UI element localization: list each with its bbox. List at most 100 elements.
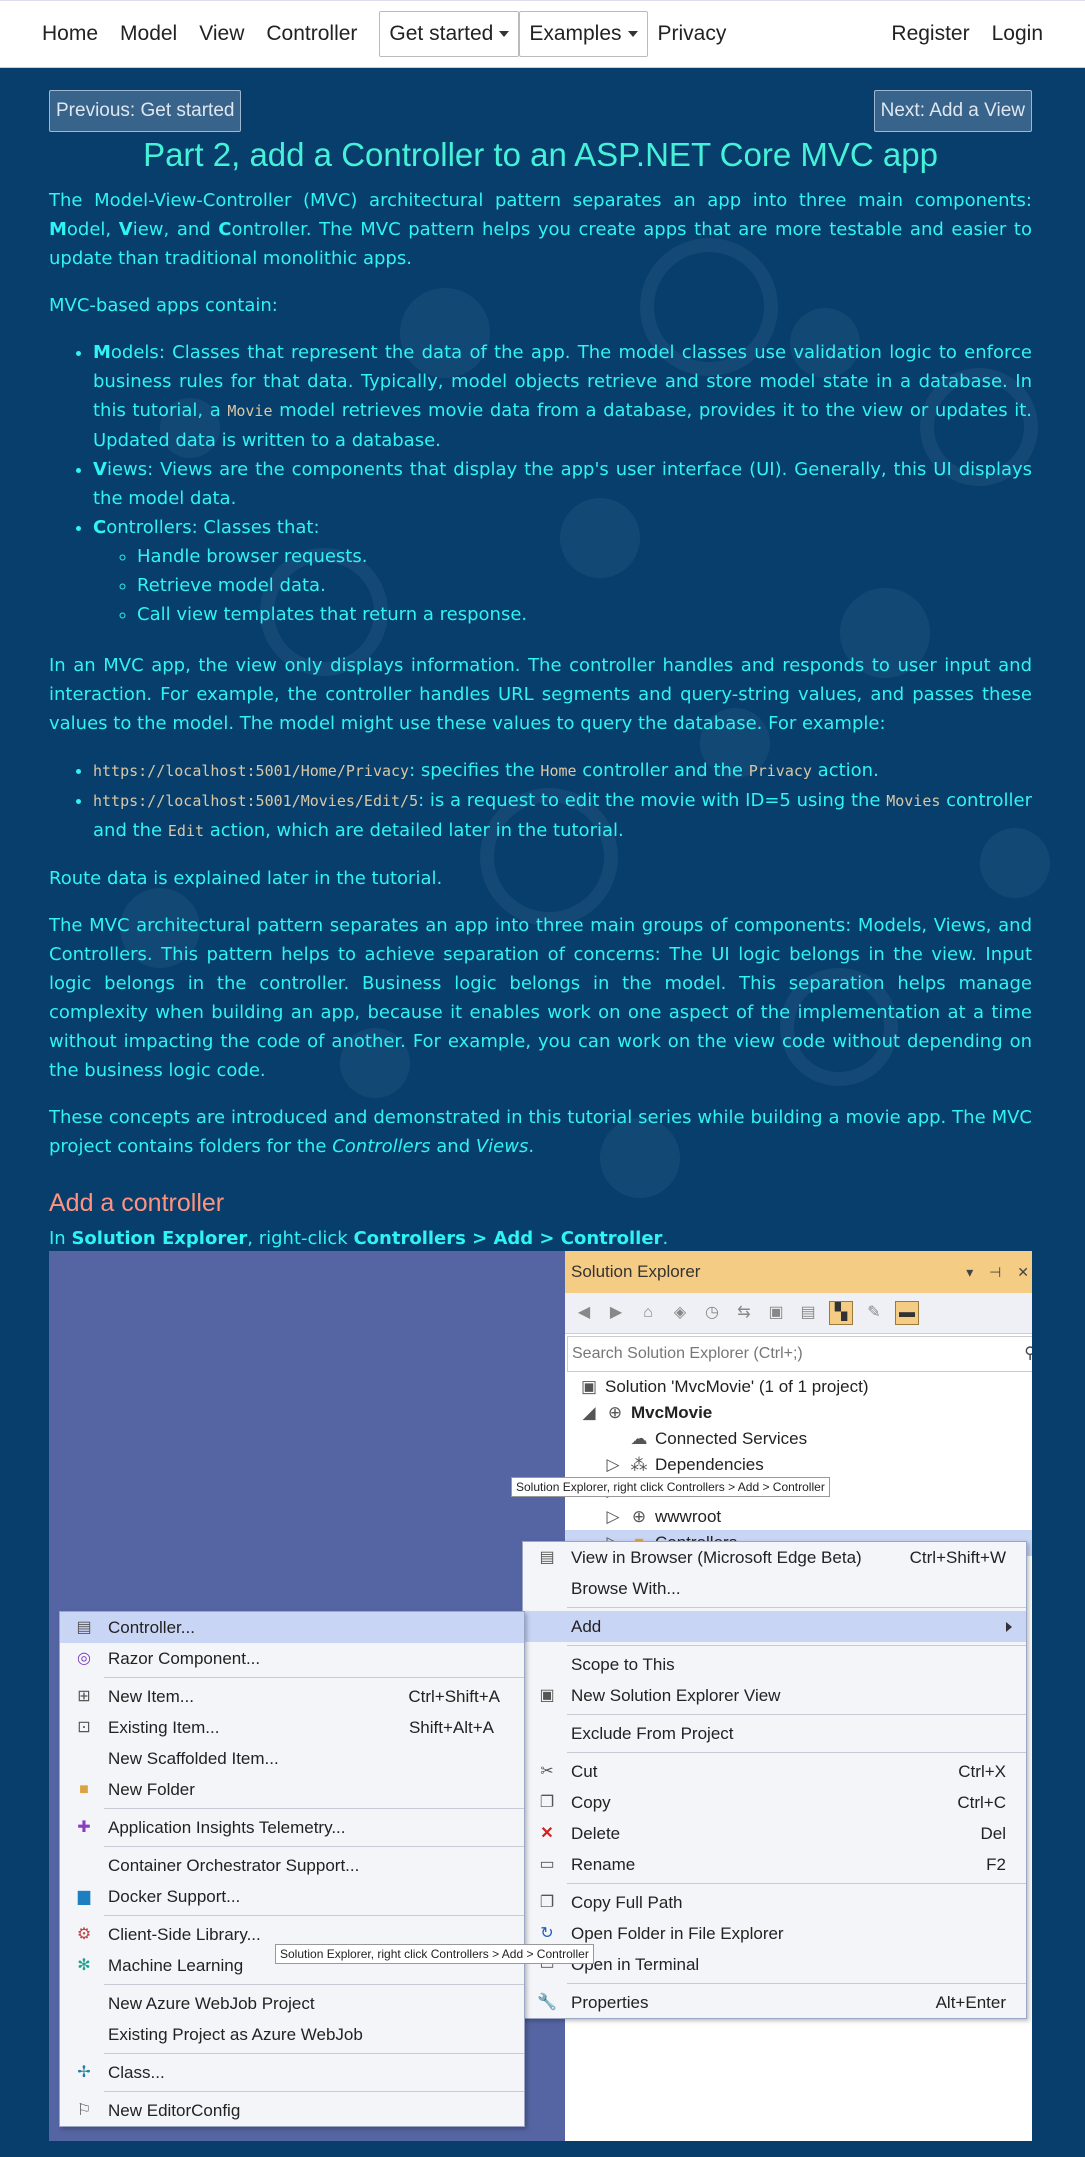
nav-login[interactable]: Login (992, 22, 1043, 46)
new-view-icon: ▣ (539, 1687, 555, 1704)
view-controller-paragraph: In an MVC app, the view only displays in… (49, 655, 1032, 734)
new-item-icon: ⊞ (77, 1688, 91, 1705)
scissors-icon: ✂ (540, 1763, 554, 1780)
search-icon: ⚲ (1024, 1345, 1032, 1362)
tooltip-top: Solution Explorer, right click Controlle… (511, 1477, 830, 1497)
next-button[interactable]: Next: Add a View (873, 90, 1032, 132)
submenu-docker[interactable]: ▆ Docker Support... (60, 1881, 524, 1912)
chevron-down-icon (627, 31, 638, 38)
menu-browse-with[interactable]: Browse With... (523, 1573, 1026, 1604)
menu-scope-to-this[interactable]: Scope to This (523, 1649, 1026, 1680)
delete-icon: ✕ (540, 1825, 554, 1842)
tree-connected-services[interactable]: ☁ Connected Services (565, 1426, 1032, 1452)
tree-project[interactable]: ◢ ⊕ MvcMovie (565, 1400, 1032, 1426)
submenu-scaffolded-item[interactable]: New Scaffolded Item... (60, 1743, 524, 1774)
top-navbar: Home Model View Controller Get started E… (0, 0, 1085, 68)
nav-examples-dropdown[interactable]: Examples (519, 11, 648, 57)
nav-view[interactable]: View (199, 22, 244, 46)
menu-open-folder[interactable]: ↻ Open Folder in File Explorer (523, 1918, 1026, 1949)
nav-home[interactable]: Home (42, 22, 98, 46)
submenu-existing-webjob[interactable]: Existing Project as Azure WebJob (60, 2019, 524, 2050)
wrench-icon[interactable]: ✎ (863, 1302, 885, 1324)
previous-button[interactable]: Previous: Get started (49, 90, 242, 132)
home-icon[interactable]: ⌂ (637, 1302, 659, 1324)
nav-register[interactable]: Register (891, 22, 969, 46)
class-icon: ✢ (77, 2064, 91, 2081)
list-item: https://localhost:5001/Movies/Edit/5: is… (93, 786, 1032, 846)
submenu-controller[interactable]: ▤ Controller... (60, 1612, 524, 1643)
list-item: Models: Classes that represent the data … (93, 338, 1032, 455)
filter-icon[interactable]: ▚ (829, 1301, 853, 1325)
expanded-icon: ◢ (582, 1403, 596, 1422)
submenu-webjob[interactable]: New Azure WebJob Project (60, 1988, 524, 2019)
article: Previous: Get started Next: Add a View P… (49, 68, 1032, 1271)
vs-icon[interactable]: ◈ (669, 1302, 691, 1324)
chevron-down-icon (499, 31, 510, 38)
list-item: https://localhost:5001/Home/Privacy: spe… (93, 756, 1032, 786)
submenu-class[interactable]: ✢ Class... (60, 2057, 524, 2088)
tree-dependencies[interactable]: ▷ ⁂ Dependencies (565, 1452, 1032, 1478)
nav-model[interactable]: Model (120, 22, 177, 46)
list-item: Handle browser requests. (137, 542, 1032, 571)
tree-solution[interactable]: ▣ Solution 'MvcMovie' (1 of 1 project) (565, 1374, 1032, 1400)
menu-exclude[interactable]: Exclude From Project (523, 1718, 1026, 1749)
solution-explorer-search[interactable]: Search Solution Explorer (Ctrl+;) ⚲ (567, 1336, 1032, 1372)
intro-paragraph: The Model-View-Controller (MVC) architec… (49, 190, 1033, 269)
list-item: Controllers: Classes that: Handle browse… (93, 513, 1032, 629)
tree-wwwroot[interactable]: ▷ ⊕ wwwroot (565, 1504, 1032, 1530)
menu-copy-full-path[interactable]: ❐ Copy Full Path (523, 1887, 1026, 1918)
page-title: Part 2, add a Controller to an ASP.NET C… (143, 136, 938, 173)
menu-copy[interactable]: ❐ Copy Ctrl+C (523, 1787, 1026, 1818)
forward-icon[interactable]: ▶ (605, 1302, 627, 1324)
menu-add[interactable]: Add (523, 1611, 1026, 1642)
rename-icon: ▭ (539, 1856, 555, 1873)
submenu-insights[interactable]: ✚ Application Insights Telemetry... (60, 1812, 524, 1843)
menu-cut[interactable]: ✂ Cut Ctrl+X (523, 1756, 1026, 1787)
docker-icon: ▆ (77, 1888, 91, 1905)
menu-delete[interactable]: ✕ Delete Del (523, 1818, 1026, 1849)
list-item: Call view templates that return a respon… (137, 600, 1032, 629)
nav-get-started-dropdown[interactable]: Get started (379, 11, 520, 57)
library-icon: ⚙ (76, 1926, 92, 1943)
chevron-right-icon (1006, 1622, 1012, 1632)
nav-get-started-label: Get started (389, 22, 494, 45)
menu-new-se-view[interactable]: ▣ New Solution Explorer View (523, 1680, 1026, 1711)
folder-icon: ■ (79, 1781, 89, 1798)
controller-sublist: Handle browser requests. Retrieve model … (93, 542, 1032, 629)
list-item: Retrieve model data. (137, 571, 1032, 600)
mvc-contain-paragraph: MVC-based apps contain: (49, 295, 278, 316)
menu-open-terminal[interactable]: ▭ Open in Terminal (523, 1949, 1026, 1980)
tooltip-bottom: Solution Explorer, right click Controlle… (275, 1944, 594, 1964)
submenu-new-item[interactable]: ⊞ New Item... Ctrl+Shift+A (60, 1681, 524, 1712)
show-files-icon[interactable]: ▤ (797, 1302, 819, 1324)
menu-properties[interactable]: 🔧 Properties Alt+Enter (523, 1987, 1026, 2018)
collapsed-icon: ▷ (606, 1455, 620, 1474)
sync-icon[interactable]: ⇆ (733, 1302, 755, 1324)
menu-view-in-browser[interactable]: ▤ View in Browser (Microsoft Edge Beta) Ct… (523, 1542, 1026, 1573)
browser-icon: ▤ (539, 1549, 555, 1566)
solution-icon: ▣ (580, 1377, 598, 1396)
collapsed-icon: ▷ (606, 1507, 620, 1526)
insights-icon: ✚ (77, 1819, 91, 1836)
nav-controller[interactable]: Controller (266, 22, 357, 46)
submenu-orchestrator[interactable]: Container Orchestrator Support... (60, 1850, 524, 1881)
nav-privacy[interactable]: Privacy (658, 22, 727, 46)
web-project-icon: ⊕ (607, 1403, 623, 1422)
submenu-new-folder[interactable]: ■ New Folder (60, 1774, 524, 1805)
context-menu: ▤ View in Browser (Microsoft Edge Beta) Ct… (522, 1541, 1027, 2019)
controller-file-icon: ▤ (76, 1619, 92, 1636)
dependencies-icon: ⁂ (630, 1455, 648, 1474)
razor-icon: ◎ (77, 1650, 91, 1667)
history-icon[interactable]: ◷ (701, 1302, 723, 1324)
instruction-paragraph: In Solution Explorer, right-click Contro… (49, 1228, 669, 1249)
collapse-icon[interactable]: ▣ (765, 1302, 787, 1324)
preview-icon[interactable]: ▬ (895, 1301, 919, 1325)
submenu-razor-component[interactable]: ◎ Razor Component... (60, 1643, 524, 1674)
submenu-existing-item[interactable]: ⊡ Existing Item... Shift+Alt+A (60, 1712, 524, 1743)
globe-icon: ⊕ (631, 1507, 647, 1526)
back-icon[interactable]: ◀ (573, 1302, 595, 1324)
submenu-editorconfig[interactable]: ⚐ New EditorConfig (60, 2095, 524, 2126)
menu-rename[interactable]: ▭ Rename F2 (523, 1849, 1026, 1880)
nav-examples-label: Examples (529, 22, 622, 45)
add-submenu: ▤ Controller... ◎ Razor Component... ⊞ New … (59, 1611, 525, 2127)
